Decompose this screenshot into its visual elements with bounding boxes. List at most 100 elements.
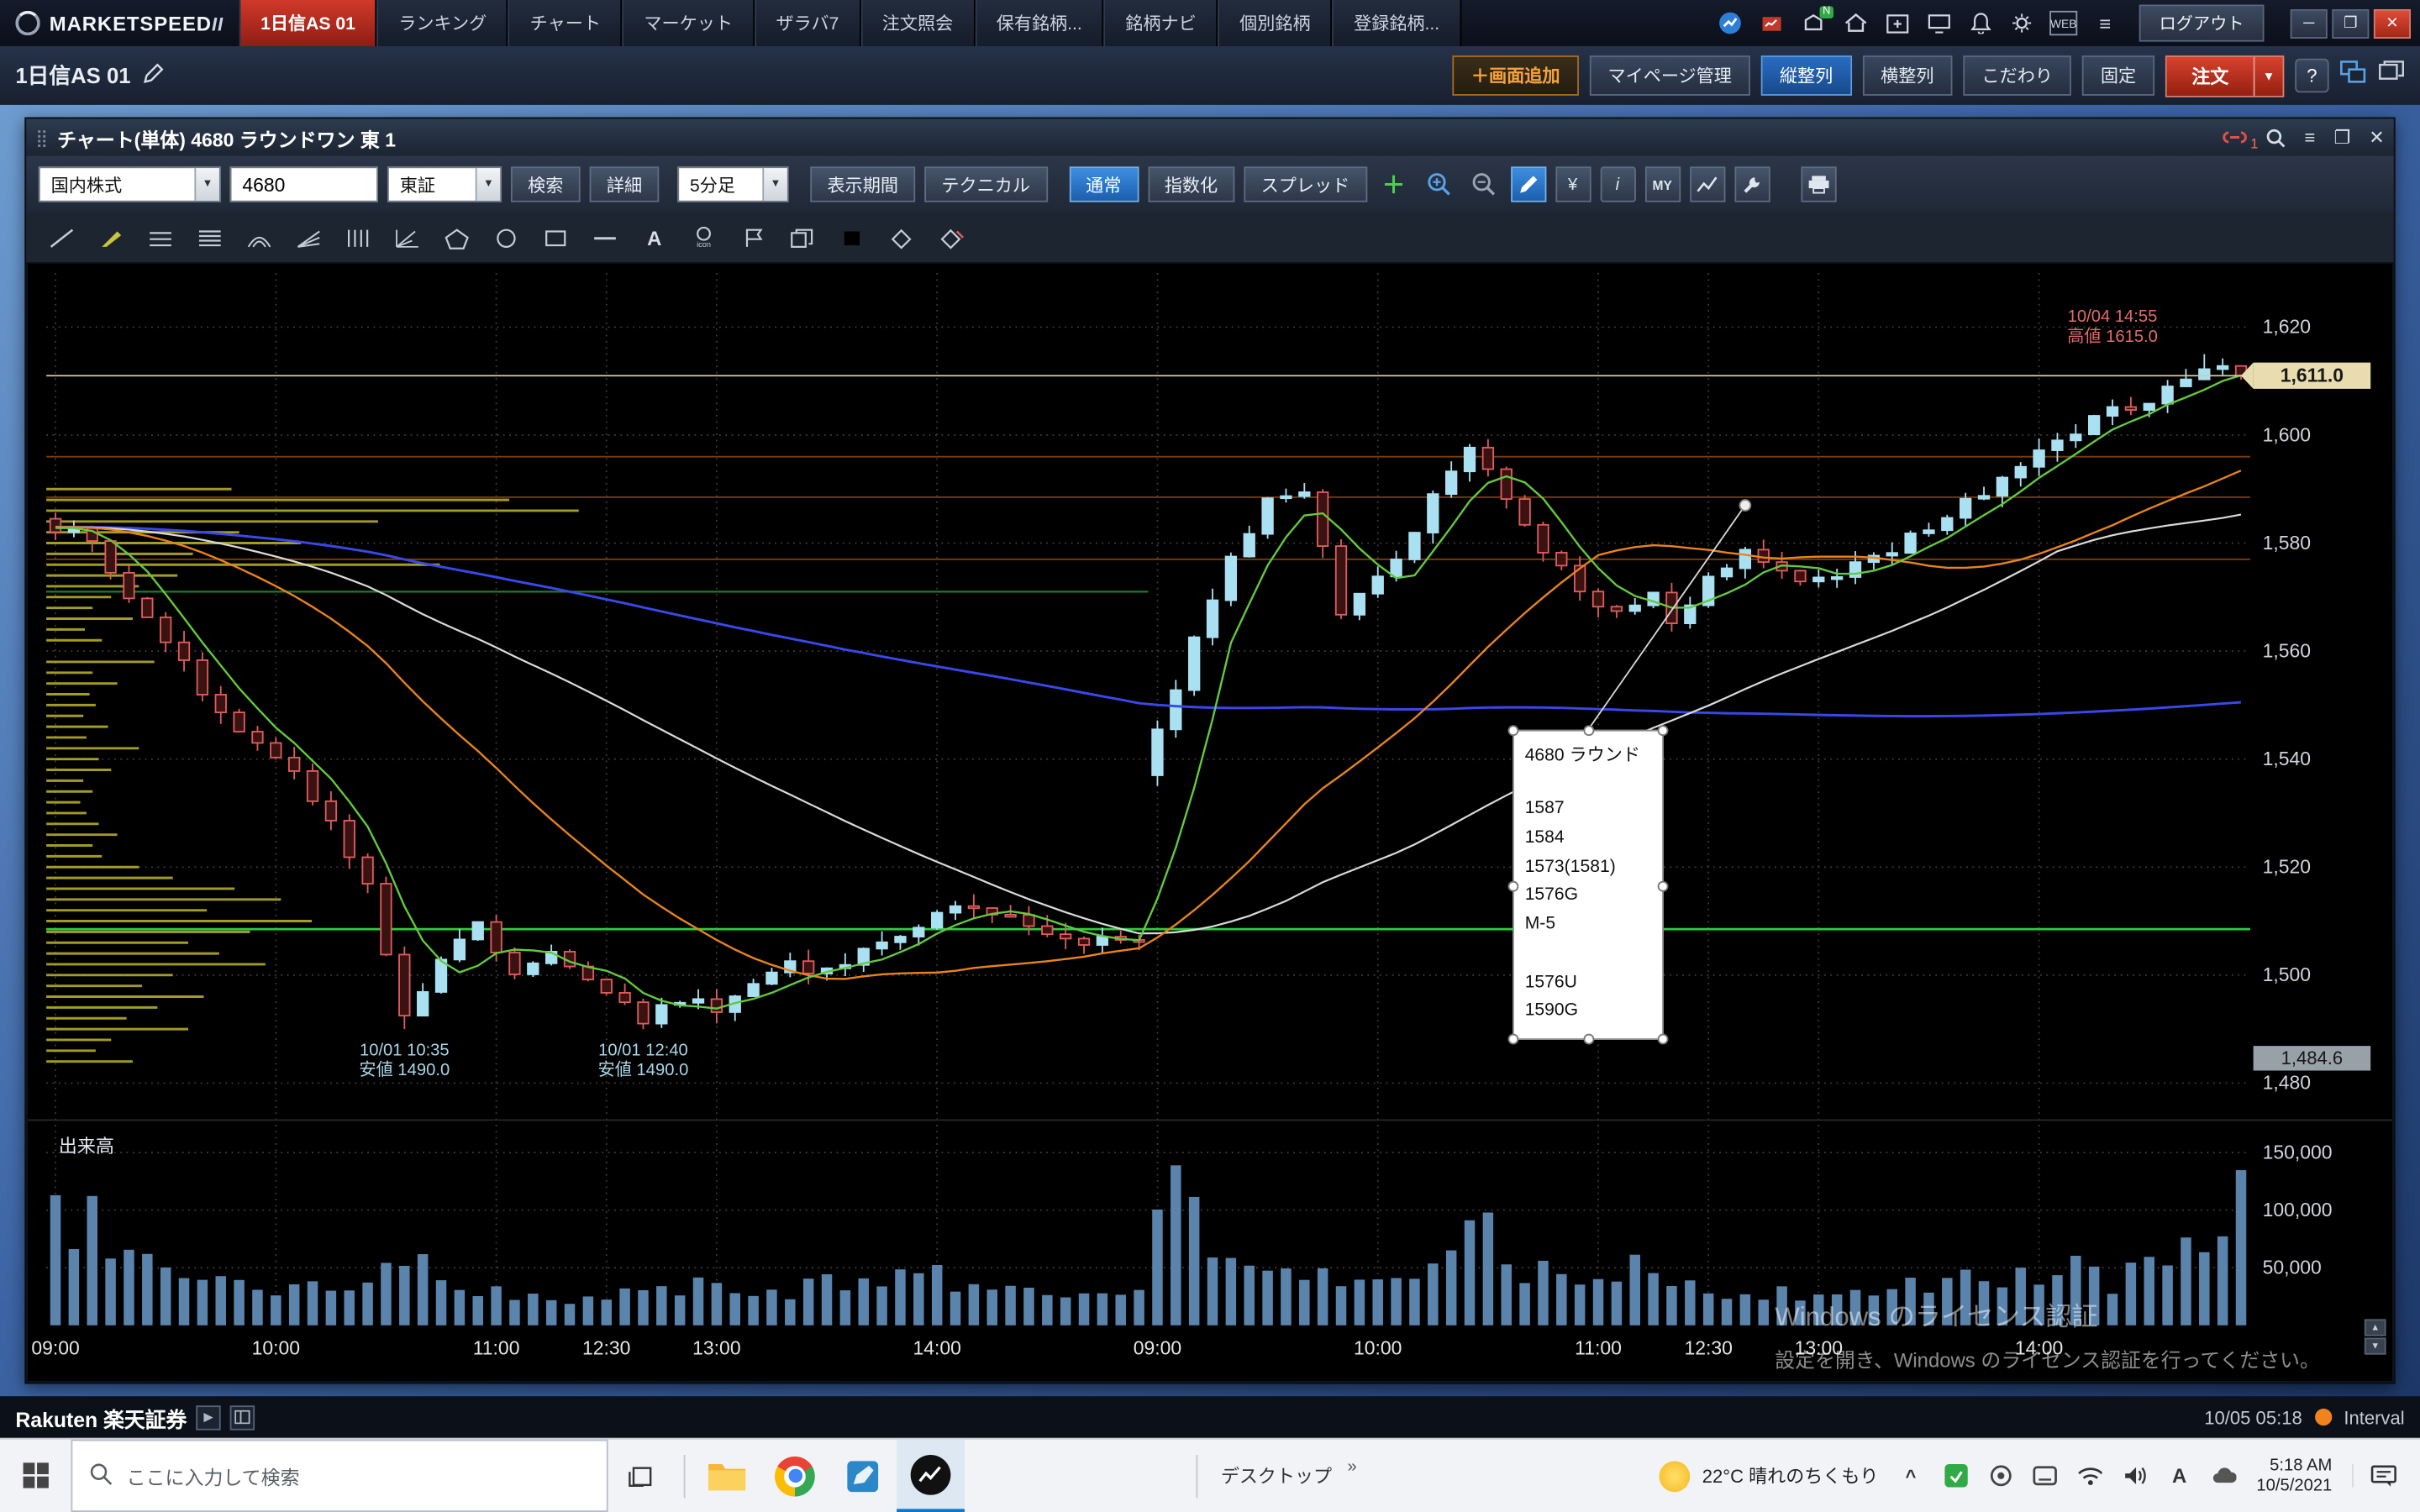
gann-fan-icon[interactable] bbox=[387, 221, 428, 255]
task-view-button[interactable] bbox=[608, 1440, 676, 1512]
network-wifi-icon[interactable] bbox=[2077, 1466, 2102, 1486]
ellipse-icon[interactable] bbox=[487, 221, 527, 255]
market-type-select[interactable]: 国内株式 ▼ bbox=[39, 166, 221, 202]
selection-handle[interactable] bbox=[1507, 1034, 1518, 1045]
app-tab-order-inquiry[interactable]: 注文照会 bbox=[860, 0, 975, 46]
home-icon[interactable] bbox=[1841, 11, 1869, 35]
draw-mode-icon[interactable] bbox=[1510, 166, 1545, 202]
restore-button[interactable]: ❐ bbox=[2332, 8, 2369, 38]
selection-handle[interactable] bbox=[1658, 881, 1669, 892]
search-icon[interactable] bbox=[2266, 128, 2286, 148]
rectangle-icon[interactable] bbox=[535, 221, 576, 255]
add-screen-button[interactable]: ＋画面追加 bbox=[1453, 55, 1579, 96]
exchange-select[interactable]: 東証 ▼ bbox=[387, 166, 502, 202]
bell-icon[interactable] bbox=[1966, 11, 1994, 35]
normal-mode-button[interactable]: 通常 bbox=[1069, 166, 1139, 202]
interval-indicator-icon[interactable] bbox=[2314, 1409, 2331, 1425]
minimize-button[interactable]: ─ bbox=[2291, 8, 2328, 38]
tile-horizontal-button[interactable]: 横整列 bbox=[1862, 55, 1952, 96]
fibonacci-arc-icon[interactable] bbox=[239, 221, 280, 255]
onedrive-cloud-icon[interactable] bbox=[2212, 1467, 2236, 1485]
link-windows-icon[interactable] bbox=[2339, 60, 2367, 92]
info-icon[interactable]: i bbox=[1600, 166, 1635, 202]
vertical-lines-icon[interactable] bbox=[338, 221, 378, 255]
chart-style-icon[interactable] bbox=[1689, 166, 1724, 202]
weather-widget[interactable]: 22°C 晴れのちくもり bbox=[1659, 1460, 1878, 1491]
tray-app-icon-green[interactable] bbox=[1944, 1464, 1968, 1488]
notes-app-icon[interactable] bbox=[829, 1440, 897, 1512]
tile-vertical-button[interactable]: 縦整列 bbox=[1761, 55, 1851, 96]
window-menu-icon[interactable]: ≡ bbox=[2305, 127, 2316, 149]
fan-lines-icon[interactable] bbox=[288, 221, 329, 255]
app-tab-individual[interactable]: 個別銘柄 bbox=[1218, 0, 1332, 46]
cascade-windows-icon[interactable] bbox=[2378, 60, 2404, 92]
chart-info-tooltip[interactable]: 4680 ラウンド158715841573(1581)1576GM-51576U… bbox=[1512, 730, 1664, 1040]
panel-toggle-button[interactable] bbox=[230, 1404, 255, 1429]
screen-share-icon[interactable] bbox=[1924, 11, 1952, 35]
app-tab-market[interactable]: マーケット bbox=[623, 0, 755, 46]
news-icon[interactable]: N bbox=[1800, 11, 1828, 35]
order-button[interactable]: 注文 ▼ bbox=[2165, 55, 2284, 97]
fill-square-icon[interactable] bbox=[832, 221, 872, 255]
link-group-icon[interactable]: 1 bbox=[2223, 129, 2247, 144]
tray-app-icon-circle[interactable] bbox=[1988, 1464, 2012, 1488]
selection-handle[interactable] bbox=[1583, 725, 1594, 736]
kodawari-button[interactable]: こだわり bbox=[1963, 55, 2071, 96]
spread-mode-button[interactable]: スプレッド bbox=[1244, 166, 1366, 202]
maximize-icon[interactable]: ❐ bbox=[2333, 127, 2350, 149]
detail-button[interactable]: 詳細 bbox=[590, 166, 660, 202]
eraser-icon[interactable] bbox=[881, 221, 922, 255]
file-explorer-icon[interactable] bbox=[693, 1440, 761, 1512]
axis-scroll-down[interactable]: ▼ bbox=[2365, 1337, 2386, 1354]
desktop-toolbar[interactable]: デスクトップ » bbox=[1188, 1454, 1356, 1497]
start-button[interactable] bbox=[0, 1440, 71, 1512]
chrome-icon[interactable] bbox=[761, 1440, 829, 1512]
feed-play-button[interactable]: ▶ bbox=[196, 1404, 220, 1429]
yen-display-icon[interactable]: ¥ bbox=[1555, 166, 1591, 202]
stamp-icon[interactable]: icon bbox=[684, 221, 724, 255]
app-tab-stock-navi[interactable]: 銘柄ナビ bbox=[1104, 0, 1218, 46]
erase-all-icon[interactable] bbox=[931, 221, 971, 255]
logout-button[interactable]: ログアウト bbox=[2139, 5, 2265, 42]
trendline-icon[interactable] bbox=[42, 221, 82, 255]
app-tab-chart[interactable]: チャート bbox=[508, 0, 623, 46]
taskbar-search-input[interactable]: ここに入力して検索 bbox=[71, 1440, 608, 1512]
display-period-button[interactable]: 表示期間 bbox=[810, 166, 915, 202]
order-dropdown-arrow[interactable]: ▼ bbox=[2254, 56, 2283, 95]
indexed-mode-button[interactable]: 指数化 bbox=[1148, 166, 1235, 202]
edit-pencil-icon[interactable] bbox=[141, 62, 163, 88]
selection-handle[interactable] bbox=[1658, 725, 1669, 736]
add-compare-icon[interactable]: ＋ bbox=[1376, 166, 1411, 202]
app-tab-holdings[interactable]: 保有銘柄... bbox=[975, 0, 1104, 46]
print-icon[interactable] bbox=[1801, 166, 1836, 202]
pin-fixed-button[interactable]: 固定 bbox=[2082, 55, 2154, 96]
selection-handle[interactable] bbox=[1507, 725, 1518, 736]
my-chart-icon[interactable]: MY bbox=[1644, 166, 1680, 202]
selection-handle[interactable] bbox=[1583, 1034, 1594, 1045]
tray-app-icon-box[interactable] bbox=[2033, 1466, 2057, 1486]
price-chart[interactable]: 1,611.01,484.61,6201,6001,5801,5601,5401… bbox=[28, 264, 2392, 1381]
drag-grip-icon[interactable]: ⣿ bbox=[35, 128, 46, 148]
app-tab-registered[interactable]: 登録銘柄... bbox=[1332, 0, 1461, 46]
symbol-code-input[interactable] bbox=[230, 166, 378, 202]
ime-mode-indicator[interactable]: A bbox=[2167, 1464, 2191, 1488]
axis-scroll-up[interactable]: ▲ bbox=[2365, 1319, 2386, 1336]
text-tool-icon[interactable]: A bbox=[634, 221, 675, 255]
chart-plot-area[interactable]: 1,611.01,484.61,6201,6001,5801,5601,5401… bbox=[28, 264, 2392, 1381]
toolbar-expand-icon[interactable]: » bbox=[1347, 1457, 1356, 1476]
marketspeed-app-icon[interactable] bbox=[897, 1440, 965, 1512]
market-alert-icon[interactable] bbox=[1758, 11, 1786, 35]
close-window-icon[interactable]: ✕ bbox=[2369, 127, 2384, 149]
copy-object-icon[interactable] bbox=[782, 221, 823, 255]
mypage-manage-button[interactable]: マイページ管理 bbox=[1589, 55, 1750, 96]
interval-select[interactable]: 5分足 ▼ bbox=[677, 166, 788, 202]
menu-icon[interactable]: ≡ bbox=[2091, 11, 2119, 35]
help-button[interactable]: ? bbox=[2295, 59, 2328, 92]
action-center-button[interactable] bbox=[2352, 1464, 2413, 1488]
hidden-icons-chevron[interactable]: ^ bbox=[1898, 1465, 1923, 1487]
multi-lines-icon[interactable] bbox=[190, 221, 230, 255]
search-button[interactable]: 検索 bbox=[511, 166, 581, 202]
selection-handle[interactable] bbox=[1507, 881, 1518, 892]
chart-app-icon[interactable] bbox=[1716, 11, 1744, 35]
close-button[interactable]: ✕ bbox=[2374, 8, 2411, 38]
